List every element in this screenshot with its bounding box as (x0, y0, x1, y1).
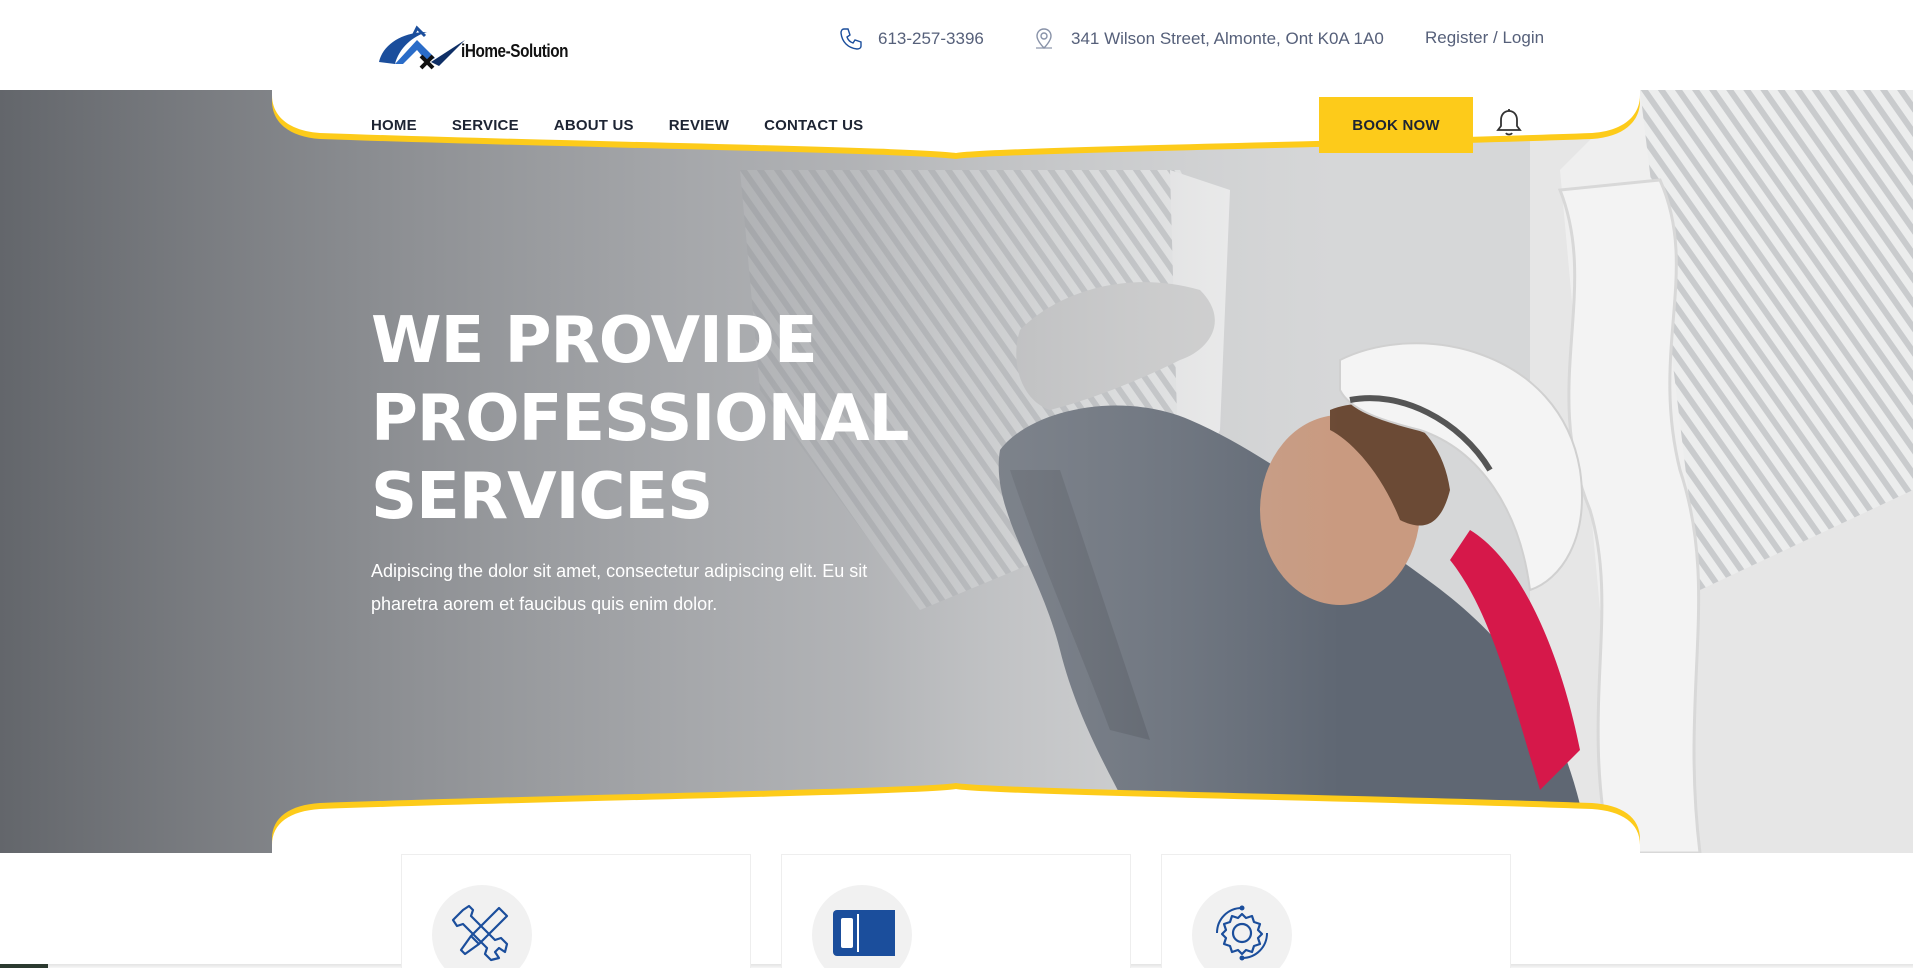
service-card-panel[interactable] (781, 854, 1131, 968)
house-logo-icon (379, 25, 465, 70)
brand-logo[interactable]: iHome-Solution (373, 18, 587, 72)
nav-service[interactable]: SERVICE (452, 117, 519, 134)
phone-number: 613-257-3396 (878, 29, 984, 48)
nav-about-us[interactable]: ABOUT US (554, 117, 634, 134)
hero-description: Adipiscing the dolor sit amet, consectet… (371, 561, 868, 614)
service-card-tools[interactable] (401, 854, 751, 968)
hero-title: WE PROVIDE PROFESSIONAL SERVICES (371, 302, 909, 536)
technician-photo (0, 90, 1913, 853)
main-navigation-card: HOME SERVICE ABOUT US REVIEW CONTACT US … (272, 89, 1640, 175)
top-bar: iHome-Solution 613-257-3396 341 Wilson S… (0, 0, 1913, 90)
hero-section: WE PROVIDE PROFESSIONAL SERVICES Adipisc… (0, 90, 1913, 853)
nav-contact-us[interactable]: CONTACT US (764, 117, 863, 134)
primary-nav: HOME SERVICE ABOUT US REVIEW CONTACT US (371, 117, 898, 134)
notification-bell-icon[interactable] (1495, 107, 1523, 137)
service-card-gear[interactable] (1161, 854, 1511, 968)
contact-address: 341 Wilson Street, Almonte, Ont K0A 1A0 (1031, 26, 1384, 52)
location-pin-icon (1031, 26, 1057, 52)
service-icon-wrapper (812, 885, 912, 968)
hero-title-line-1: WE PROVIDE (371, 304, 818, 378)
book-now-button[interactable]: BOOK NOW (1319, 97, 1473, 153)
service-icon-wrapper (1192, 885, 1292, 968)
tools-icon (451, 904, 509, 962)
panel-icon (833, 910, 895, 956)
nav-review[interactable]: REVIEW (669, 117, 729, 134)
register-login-link[interactable]: Register / Login (1425, 28, 1544, 48)
nav-home[interactable]: HOME (371, 117, 417, 134)
address-text: 341 Wilson Street, Almonte, Ont K0A 1A0 (1071, 29, 1384, 48)
hero-title-line-2: PROFESSIONAL (371, 382, 909, 456)
brand-name: iHome-Solution (461, 40, 569, 61)
service-icon-wrapper (432, 885, 532, 968)
scroll-edge (0, 964, 48, 968)
contact-phone[interactable]: 613-257-3396 (838, 26, 984, 52)
phone-icon (838, 26, 864, 52)
hero-title-line-3: SERVICES (371, 460, 713, 534)
gear-icon (1216, 905, 1268, 961)
